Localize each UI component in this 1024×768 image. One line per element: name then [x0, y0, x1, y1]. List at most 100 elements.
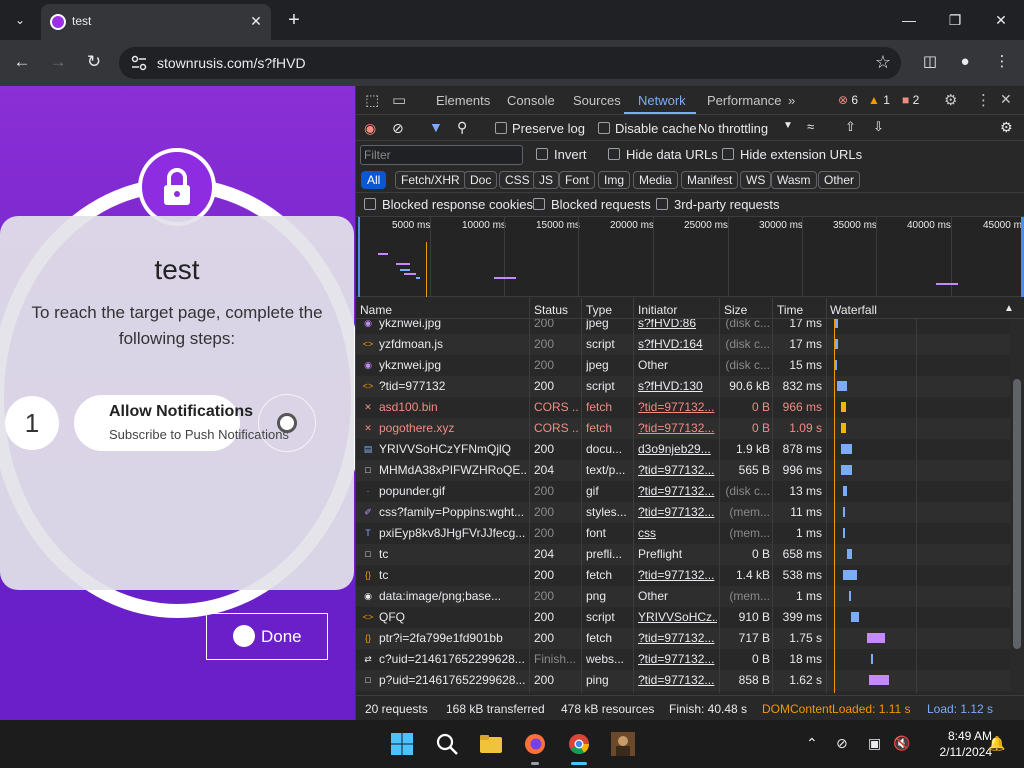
filter-font[interactable]: Font: [559, 171, 596, 189]
request-initiator[interactable]: s?fHVD:130: [638, 379, 717, 393]
request-initiator[interactable]: ?tid=977132...: [638, 484, 717, 498]
browser-tab[interactable]: test ✕: [41, 4, 271, 40]
filter-doc[interactable]: Doc: [464, 171, 498, 189]
filter-fetch-xhr[interactable]: Fetch/XHR: [395, 171, 466, 189]
request-initiator[interactable]: ?tid=977132...: [638, 421, 717, 435]
request-initiator[interactable]: d3o9njeb29...: [638, 442, 717, 456]
disable-cache-checkbox[interactable]: [598, 122, 610, 134]
more-tabs-icon[interactable]: »: [788, 93, 795, 108]
restore-button[interactable]: ❐: [932, 6, 978, 34]
close-tab-icon[interactable]: ✕: [247, 12, 265, 30]
table-row[interactable]: □ p?uid=214617652299628... 200 ping ?tid=977…: [356, 670, 1010, 691]
show-hidden-icons[interactable]: ⌃: [806, 735, 818, 752]
filter-img[interactable]: Img: [598, 171, 631, 189]
request-initiator[interactable]: Other: [638, 358, 717, 372]
request-name[interactable]: ykznwei.jpg: [379, 319, 527, 330]
request-name[interactable]: tc: [379, 547, 527, 561]
network-settings-icon[interactable]: ⚙: [1000, 119, 1013, 136]
notification-bell-icon[interactable]: 🔔: [988, 735, 1005, 752]
hide-extension-urls-checkbox[interactable]: [722, 148, 734, 160]
request-initiator[interactable]: YRIVVSoHCz...: [638, 610, 717, 624]
allow-notifications-pill[interactable]: Allow Notifications Subscribe to Push No…: [74, 395, 289, 451]
chrome-icon[interactable]: [567, 732, 591, 756]
request-initiator[interactable]: s?fHVD:164: [638, 337, 717, 351]
side-panel-icon[interactable]: ◫: [916, 48, 944, 76]
table-row[interactable]: □ tc 204 prefli... Preflight 0 B 658 ms: [356, 544, 1010, 565]
blocked-requests-checkbox[interactable]: [533, 198, 545, 210]
filter-ws[interactable]: WS: [740, 171, 772, 189]
request-name[interactable]: tc: [379, 568, 527, 582]
filter-input[interactable]: Filter: [360, 145, 523, 165]
request-name[interactable]: MHMdA38xPIFWZHRoQE...: [379, 463, 527, 477]
file-explorer-icon[interactable]: [479, 732, 503, 756]
table-row[interactable]: ⇄ c?uid=214617652299628... Finish... webs..…: [356, 649, 1010, 670]
request-name[interactable]: QFQ: [379, 610, 527, 624]
sort-ascending-icon[interactable]: ▲: [1004, 303, 1014, 314]
volume-muted-icon[interactable]: 🔇: [893, 735, 910, 752]
preserve-log-checkbox[interactable]: [495, 122, 507, 134]
request-name[interactable]: popunder.gif: [379, 484, 527, 498]
settings-gear-icon[interactable]: ⚙: [944, 91, 957, 109]
table-row[interactable]: ▤ YRIVVSoHCzYFNmQjlQ 200 docu... d3o9njeb29.…: [356, 439, 1010, 460]
request-initiator[interactable]: ?tid=977132...: [638, 505, 717, 519]
request-name[interactable]: pxiEyp8kv8JHgFVrJJfecg...: [379, 526, 527, 540]
col-type[interactable]: Type: [586, 303, 612, 317]
site-info-icon[interactable]: [131, 55, 147, 71]
network-conditions-icon[interactable]: ≈: [807, 119, 814, 134]
hide-data-urls-checkbox[interactable]: [608, 148, 620, 160]
table-row[interactable]: {} tc 200 fetch ?tid=977132... 1.4 kB 538 ms: [356, 565, 1010, 586]
request-name[interactable]: YRIVVSoHCzYFNmQjlQ: [379, 442, 527, 456]
minimize-button[interactable]: —: [886, 6, 932, 34]
request-name[interactable]: c?uid=214617652299628...: [379, 652, 527, 666]
filter-manifest[interactable]: Manifest: [681, 171, 739, 189]
table-row[interactable]: ✕ pogothere.xyz CORS ... fetch ?tid=977132..…: [356, 418, 1010, 439]
table-row[interactable]: ◉ ykznwei.jpg 200 jpeg s?fHVD:86 (disk c... 17…: [356, 319, 1010, 334]
request-name[interactable]: yzfdmoan.js: [379, 337, 527, 351]
forward-button[interactable]: →: [44, 48, 72, 76]
error-count[interactable]: ⊗ 6: [838, 93, 858, 107]
col-waterfall[interactable]: Waterfall: [830, 303, 877, 317]
col-size[interactable]: Size: [724, 303, 747, 317]
table-row[interactable]: ◉ ykznwei.jpg 200 jpeg Other (disk c... 15 ms: [356, 355, 1010, 376]
tab-network[interactable]: Network: [638, 93, 686, 108]
request-initiator[interactable]: css: [638, 526, 717, 540]
request-initiator[interactable]: ?tid=977132...: [638, 631, 717, 645]
request-initiator[interactable]: s?fHVD:86: [638, 319, 717, 330]
third-party-checkbox[interactable]: [656, 198, 668, 210]
network-status-icon[interactable]: ⊘: [836, 735, 848, 752]
request-initiator[interactable]: Preflight: [638, 547, 717, 561]
table-row[interactable]: TpxiEyp8kv8JHgFVrJJfecg... 200 font css (mem…: [356, 523, 1010, 544]
start-icon[interactable]: [390, 732, 414, 756]
table-row[interactable]: <> QFQ 200 script YRIVVSoHCz... 910 B 399 ms: [356, 607, 1010, 628]
tab-console[interactable]: Console: [507, 93, 555, 108]
col-status[interactable]: Status: [534, 303, 568, 317]
table-row[interactable]: · popunder.gif 200 gif ?tid=977132... (disk c…: [356, 481, 1010, 502]
table-row[interactable]: ✐ css?family=Poppins:wght... 200 styles...?…: [356, 502, 1010, 523]
network-overview[interactable]: 5000 ms 10000 ms 15000 ms 20000 ms 25000…: [356, 217, 1024, 297]
menu-icon[interactable]: ⋮: [988, 48, 1016, 76]
request-name[interactable]: ptr?i=2fa799e1fd901bb: [379, 631, 527, 645]
new-tab-button[interactable]: +: [282, 8, 306, 32]
request-initiator[interactable]: ?tid=977132...: [638, 400, 717, 414]
reload-button[interactable]: ↻: [80, 48, 108, 76]
request-name[interactable]: asd100.bin: [379, 400, 527, 414]
close-devtools-icon[interactable]: ✕: [1000, 91, 1012, 108]
warning-count[interactable]: ▲ 1: [868, 93, 890, 107]
throttling-select[interactable]: No throttling: [698, 121, 768, 136]
request-name[interactable]: data:image/png;base...: [379, 589, 527, 603]
table-row[interactable]: <> yzfdmoan.js 200 script s?fHVD:164 (disk c.…: [356, 334, 1010, 355]
bookmark-star-icon[interactable]: ☆: [875, 52, 891, 73]
request-name[interactable]: ykznwei.jpg: [379, 358, 527, 372]
tab-search-button[interactable]: ⌄: [8, 8, 32, 32]
done-button[interactable]: Done: [206, 613, 328, 660]
export-har-icon[interactable]: ⇩: [873, 119, 884, 135]
tab-performance[interactable]: Performance: [707, 93, 781, 108]
blocked-cookies-checkbox[interactable]: [364, 198, 376, 210]
request-list-scrollbar[interactable]: [1010, 319, 1024, 693]
app-thumbnail-icon[interactable]: [611, 732, 635, 756]
request-initiator[interactable]: ?tid=977132...: [638, 568, 717, 582]
back-button[interactable]: ←: [8, 48, 36, 76]
search-taskbar-icon[interactable]: [435, 732, 459, 756]
import-har-icon[interactable]: ⇧: [845, 119, 856, 135]
tab-elements[interactable]: Elements: [436, 93, 490, 108]
